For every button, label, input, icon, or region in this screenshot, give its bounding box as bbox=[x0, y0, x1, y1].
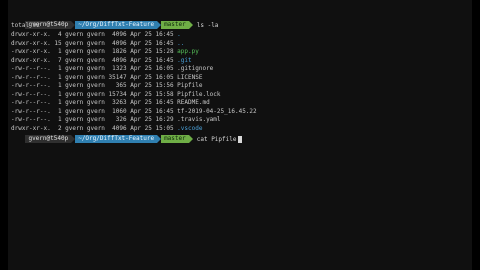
prompt-branch: master bbox=[161, 135, 189, 143]
terminal-window[interactable]: gvern@t540p ~/Org/DiffTxt-Feature master ls… bbox=[8, 0, 472, 270]
command-input[interactable]: cat Pipfile bbox=[197, 136, 237, 143]
command-text: ls -la bbox=[196, 22, 219, 29]
listing-meta: -rw-r--r--. 1 gvern gvern 35147 Apr 25 1… bbox=[11, 73, 178, 81]
listing-meta: drwxr-xr-x. 4 gvern gvern 4096 Apr 25 16… bbox=[11, 31, 178, 38]
listing-filename: LICENSE bbox=[177, 73, 203, 81]
prompt-user-host: gvern@t540p bbox=[25, 135, 72, 143]
listing-filename: README.md bbox=[177, 99, 210, 106]
powerline-arrow-icon bbox=[188, 135, 193, 143]
listing-filename: .git bbox=[177, 56, 192, 64]
listing-filename: Pipfile.lock bbox=[177, 90, 221, 98]
listing-meta: -rw-r--r--. 1 gvern gvern 1323 Apr 25 16… bbox=[11, 65, 178, 72]
prompt-path: ~/Org/DiffTxt-Feature bbox=[75, 135, 158, 143]
listing-filename: . bbox=[177, 31, 181, 38]
prompt-branch: master bbox=[161, 21, 189, 29]
listing-meta: drwxr-xr-x. 15 gvern gvern 4096 Apr 25 1… bbox=[11, 39, 178, 47]
listing-meta: -rw-r--r--. 1 gvern gvern 1060 Apr 25 16… bbox=[11, 107, 178, 115]
listing-meta: -rw-r--r--. 1 gvern gvern 326 Apr 25 16:… bbox=[11, 116, 178, 123]
listing-meta: -rw-r--r--. 1 gvern gvern 3263 Apr 25 16… bbox=[11, 99, 178, 106]
powerline-arrow-icon bbox=[188, 21, 193, 29]
listing-filename: .gitignore bbox=[177, 65, 214, 72]
listing-meta: -rwxr-xr-x. 1 gvern gvern 1826 Apr 25 15… bbox=[11, 48, 178, 55]
prompt-line-1: gvern@t540p ~/Org/DiffTxt-Feature master ls… bbox=[11, 12, 218, 29]
listing-filename: .. bbox=[177, 39, 185, 47]
listing-meta: -rw-r--r--. 1 gvern gvern 365 Apr 25 15:… bbox=[11, 82, 178, 89]
prompt-path: ~/Org/DiffTxt-Feature bbox=[75, 21, 158, 29]
text-cursor bbox=[237, 136, 242, 143]
listing-meta: -rw-r--r--. 1 gvern gvern 15734 Apr 25 1… bbox=[11, 90, 178, 98]
listing-filename: tf-2019-04-25_16.45.22 bbox=[177, 107, 257, 115]
listing-filename: app.py bbox=[177, 48, 199, 55]
listing-filename: .travis.yaml bbox=[177, 116, 221, 123]
listing-filename: Pipfile bbox=[177, 82, 203, 89]
listing-meta: drwxr-xr-x. 7 gvern gvern 4096 Apr 25 16… bbox=[11, 56, 178, 64]
total-line: total 92 bbox=[11, 22, 40, 29]
prompt-line-2: gvern@t540p ~/Org/DiffTxt-Feature master ca… bbox=[11, 126, 242, 143]
